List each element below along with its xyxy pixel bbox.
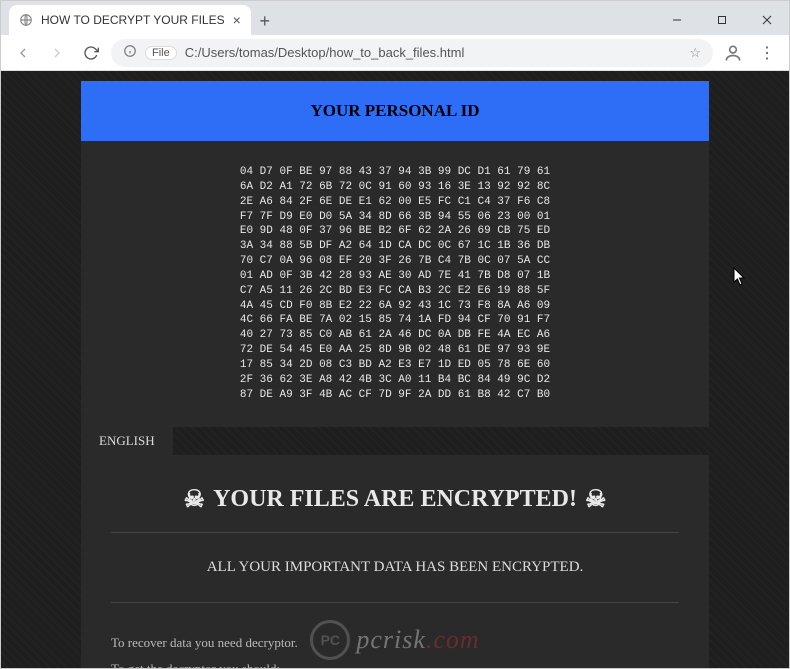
info-icon — [123, 44, 137, 61]
profile-button[interactable] — [719, 39, 747, 67]
back-button[interactable] — [9, 39, 37, 67]
skull-icon: ☠ — [585, 485, 607, 514]
close-window-button[interactable] — [744, 5, 789, 35]
message-body: To recover data you need decryptor. To g… — [111, 603, 679, 669]
page-icon — [19, 13, 33, 27]
subheadline: ALL YOUR IMPORTANT DATA HAS BEEN ENCRYPT… — [111, 533, 679, 603]
address-bar[interactable]: File C:/Users/tomas/Desktop/how_to_back_… — [111, 39, 713, 67]
browser-tab[interactable]: HOW TO DECRYPT YOUR FILES × — [9, 5, 251, 35]
language-tab[interactable]: ENGLISH — [81, 427, 173, 455]
bookmark-icon[interactable]: ☆ — [689, 45, 701, 61]
language-row: ENGLISH — [81, 427, 709, 455]
url-text: C:/Users/tomas/Desktop/how_to_back_files… — [185, 45, 465, 60]
url-scheme-chip: File — [145, 46, 177, 60]
page-viewport: YOUR PERSONAL ID 04 D7 0F BE 97 88 43 37… — [1, 71, 789, 668]
personal-id-block: 04 D7 0F BE 97 88 43 37 94 3B 99 DC D1 6… — [81, 141, 709, 427]
tab-title: HOW TO DECRYPT YOUR FILES — [41, 13, 225, 27]
minimize-button[interactable] — [654, 5, 699, 35]
close-tab-icon[interactable]: × — [233, 12, 241, 28]
new-tab-button[interactable]: + — [251, 7, 279, 35]
skull-icon: ☠ — [184, 485, 206, 514]
body-line: To recover data you need decryptor. — [111, 633, 679, 654]
forward-button[interactable] — [43, 39, 71, 67]
headline: ☠ YOUR FILES ARE ENCRYPTED! ☠ — [111, 475, 679, 533]
page-content: YOUR PERSONAL ID 04 D7 0F BE 97 88 43 37… — [1, 71, 789, 668]
tab-bar: HOW TO DECRYPT YOUR FILES × + — [1, 1, 789, 35]
toolbar: File C:/Users/tomas/Desktop/how_to_back_… — [1, 35, 789, 71]
id-header: YOUR PERSONAL ID — [81, 81, 709, 141]
body-line: To get the decryptor you should: — [111, 659, 679, 668]
browser-window: HOW TO DECRYPT YOUR FILES × + File C:/Us… — [0, 0, 790, 669]
id-panel: YOUR PERSONAL ID 04 D7 0F BE 97 88 43 37… — [81, 81, 709, 427]
headline-text: YOUR FILES ARE ENCRYPTED! — [213, 486, 577, 513]
menu-button[interactable]: ⋮ — [753, 39, 781, 67]
reload-button[interactable] — [77, 39, 105, 67]
maximize-button[interactable] — [699, 5, 744, 35]
window-controls — [654, 5, 789, 35]
message-panel: ☠ YOUR FILES ARE ENCRYPTED! ☠ ALL YOUR I… — [81, 455, 709, 669]
